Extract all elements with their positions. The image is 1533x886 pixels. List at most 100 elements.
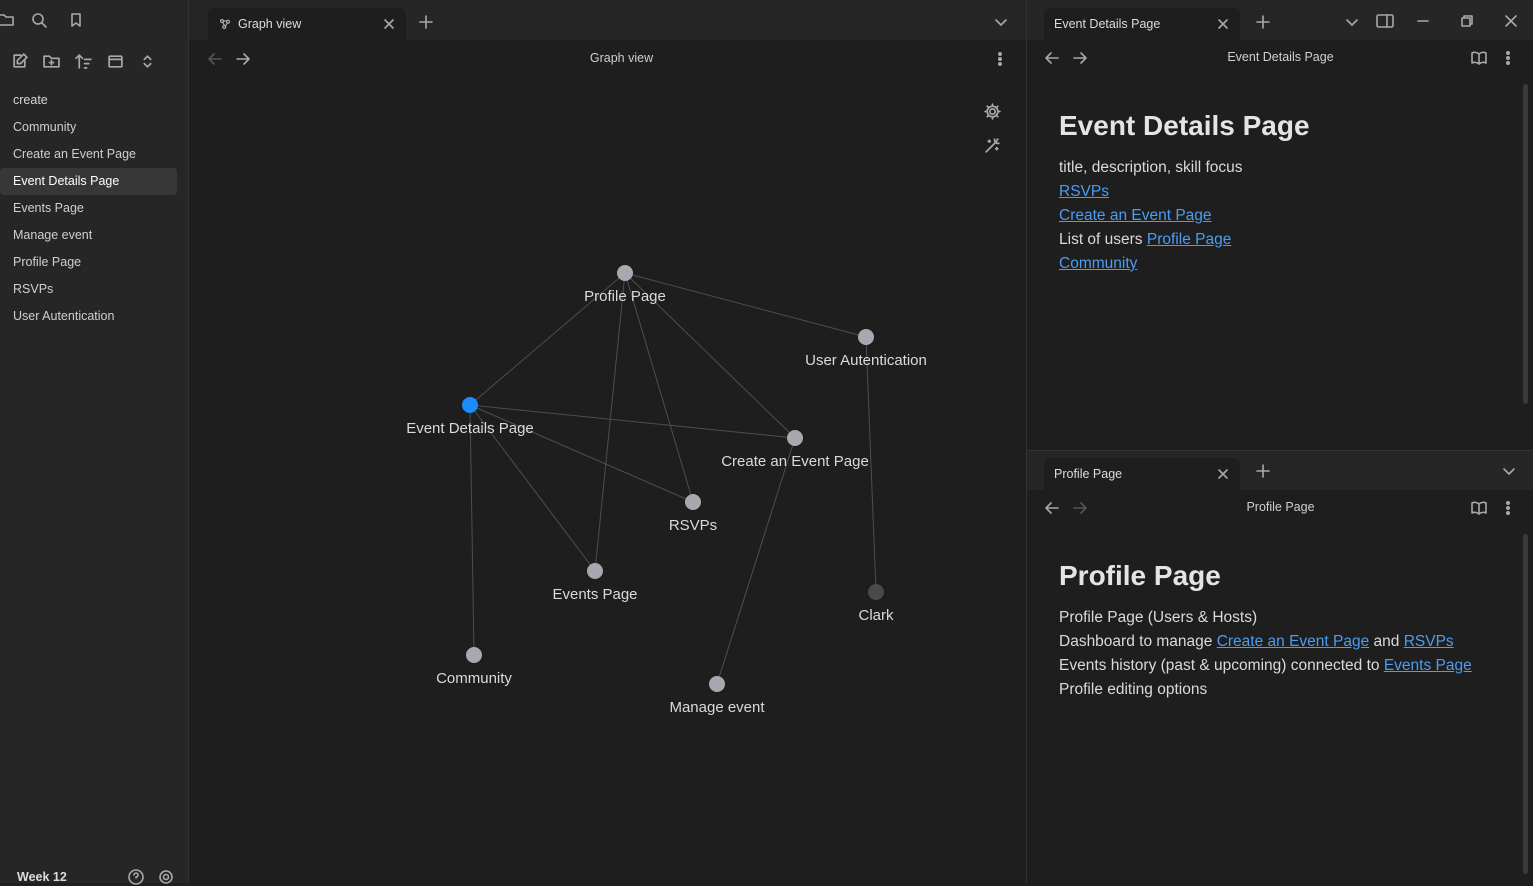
- close-icon[interactable]: [1214, 465, 1232, 483]
- graph-node-label: Clark: [858, 607, 894, 624]
- graph-node-label: RSVPs: [669, 517, 717, 534]
- note-text: and: [1369, 633, 1404, 650]
- scrollbar[interactable]: [1523, 534, 1528, 874]
- graph-node-label: Events Page: [552, 586, 637, 603]
- back-arrow-icon[interactable]: [1042, 48, 1062, 68]
- note-header-title: Event Details Page: [1227, 50, 1334, 64]
- help-icon[interactable]: [127, 868, 145, 886]
- forward-arrow-icon[interactable]: [1070, 498, 1090, 518]
- file-item-manage-event[interactable]: Manage event: [0, 222, 177, 249]
- file-tree: create Community Create an Event Page Ev…: [0, 87, 188, 330]
- main-tab-bar: Graph view: [189, 0, 1026, 40]
- tab-event-details-page[interactable]: Event Details Page: [1044, 8, 1240, 40]
- file-item-community[interactable]: Community: [0, 114, 177, 141]
- close-window-icon[interactable]: [1501, 11, 1521, 31]
- new-tab-plus-icon[interactable]: [416, 12, 436, 32]
- link-rsvps[interactable]: RSVPs: [1404, 633, 1454, 650]
- right-tab-bar: Event Details Page: [1026, 0, 1533, 40]
- note-content: Profile Page Profile Page (Users & Hosts…: [1059, 560, 1472, 702]
- link-create-an-event-page[interactable]: Create an Event Page: [1059, 207, 1212, 224]
- note-text: Dashboard to manage: [1059, 633, 1217, 650]
- tab-profile-page[interactable]: Profile Page: [1044, 458, 1240, 490]
- tab-list-chevron-down-icon[interactable]: [1499, 461, 1519, 481]
- close-icon[interactable]: [380, 15, 398, 33]
- file-item-rsvps[interactable]: RSVPs: [0, 276, 177, 303]
- profile-note-pane: Profile Page Profile Page Profile Page (…: [1026, 490, 1533, 883]
- graph-node-label: Create an Event Page: [721, 453, 869, 470]
- link-events-page[interactable]: Events Page: [1384, 657, 1472, 674]
- reading-view-book-icon[interactable]: [1469, 498, 1489, 518]
- graph-node-clark[interactable]: [868, 584, 884, 600]
- left-sidebar: create Community Create an Event Page Ev…: [0, 0, 189, 886]
- new-note-icon[interactable]: [8, 50, 30, 72]
- file-item-profile-page[interactable]: Profile Page: [0, 249, 177, 276]
- event-details-note-pane: Event Details Page Event Details Page ti…: [1026, 40, 1533, 450]
- file-item-create-an-event-page[interactable]: Create an Event Page: [0, 141, 177, 168]
- link-create-an-event-page[interactable]: Create an Event Page: [1217, 633, 1370, 650]
- scrollbar[interactable]: [1523, 84, 1528, 404]
- minimize-window-icon[interactable]: [1413, 11, 1433, 31]
- graph-node-userauth[interactable]: [858, 329, 874, 345]
- tab-list-chevron-down-icon[interactable]: [991, 12, 1011, 32]
- close-icon[interactable]: [1214, 15, 1232, 33]
- tab-label: Profile Page: [1054, 467, 1123, 481]
- link-community[interactable]: Community: [1059, 255, 1137, 272]
- graph-node-create[interactable]: [787, 430, 803, 446]
- bookmark-icon[interactable]: [66, 10, 86, 30]
- tab-graph-view[interactable]: Graph view: [208, 8, 406, 40]
- note-text: List of users: [1059, 231, 1147, 248]
- expand-collapse-icon[interactable]: [136, 50, 158, 72]
- graph-node-profile[interactable]: [617, 265, 633, 281]
- graph-edge: [624, 272, 867, 338]
- new-tab-plus-icon[interactable]: [1253, 12, 1273, 32]
- search-icon[interactable]: [29, 10, 49, 30]
- file-explorer-toolbar: [0, 44, 188, 78]
- toggle-sidebar-icon[interactable]: [1374, 11, 1396, 31]
- graph-edge: [624, 272, 694, 503]
- note-title: Event Details Page: [1059, 110, 1310, 141]
- graph-node-label: User Autentication: [805, 352, 927, 369]
- tab-label: Graph view: [238, 17, 302, 31]
- file-item-events-page[interactable]: Events Page: [0, 195, 177, 222]
- link-profile-page[interactable]: Profile Page: [1147, 231, 1231, 248]
- file-item-user-autentication[interactable]: User Autentication: [0, 303, 177, 330]
- graph-node-eventdetails[interactable]: [462, 397, 478, 413]
- sort-icon[interactable]: [72, 50, 94, 72]
- tab-list-chevron-down-icon[interactable]: [1342, 12, 1362, 32]
- sidebar-ribbon: [0, 0, 188, 40]
- files-icon[interactable]: [0, 10, 16, 30]
- graph-node-community[interactable]: [466, 647, 482, 663]
- graph-node-label: Community: [436, 670, 512, 687]
- right-bottom-tab-bar: Profile Page: [1026, 450, 1533, 491]
- graph-edge: [469, 404, 475, 656]
- more-options-icon[interactable]: [1498, 498, 1518, 518]
- settings-gear-icon[interactable]: [157, 868, 175, 886]
- graph-node-events[interactable]: [587, 563, 603, 579]
- vault-name: Week 12: [17, 870, 67, 884]
- folder-create[interactable]: create: [0, 87, 177, 114]
- more-options-icon[interactable]: [1498, 48, 1518, 68]
- vault-switcher[interactable]: Week 12: [0, 862, 188, 886]
- collapse-view-icon[interactable]: [104, 50, 126, 72]
- new-folder-icon[interactable]: [40, 50, 62, 72]
- graph-node-label: Manage event: [669, 699, 765, 716]
- note-text: Events history (past & upcoming) connect…: [1059, 657, 1384, 674]
- graph-node-manage[interactable]: [709, 676, 725, 692]
- forward-arrow-icon[interactable]: [1070, 48, 1090, 68]
- graph-node-rsvps[interactable]: [685, 494, 701, 510]
- reading-view-book-icon[interactable]: [1469, 48, 1489, 68]
- graph-canvas[interactable]: Profile Page User Autentication Event Deta…: [189, 40, 1025, 883]
- graph-edge: [594, 272, 626, 572]
- folder-label: create: [13, 93, 48, 107]
- back-arrow-icon[interactable]: [1042, 498, 1062, 518]
- file-item-event-details-page[interactable]: Event Details Page: [0, 168, 177, 195]
- tab-label: Event Details Page: [1054, 17, 1161, 31]
- restore-window-icon[interactable]: [1457, 11, 1477, 31]
- link-rsvps[interactable]: RSVPs: [1059, 183, 1109, 200]
- new-tab-plus-icon[interactable]: [1253, 461, 1273, 481]
- note-title: Profile Page: [1059, 560, 1221, 591]
- note-line: title, description, skill focus: [1059, 159, 1243, 176]
- note-header-title: Profile Page: [1246, 500, 1315, 514]
- graph-node-label: Profile Page: [584, 288, 666, 305]
- graph-icon: [218, 17, 232, 31]
